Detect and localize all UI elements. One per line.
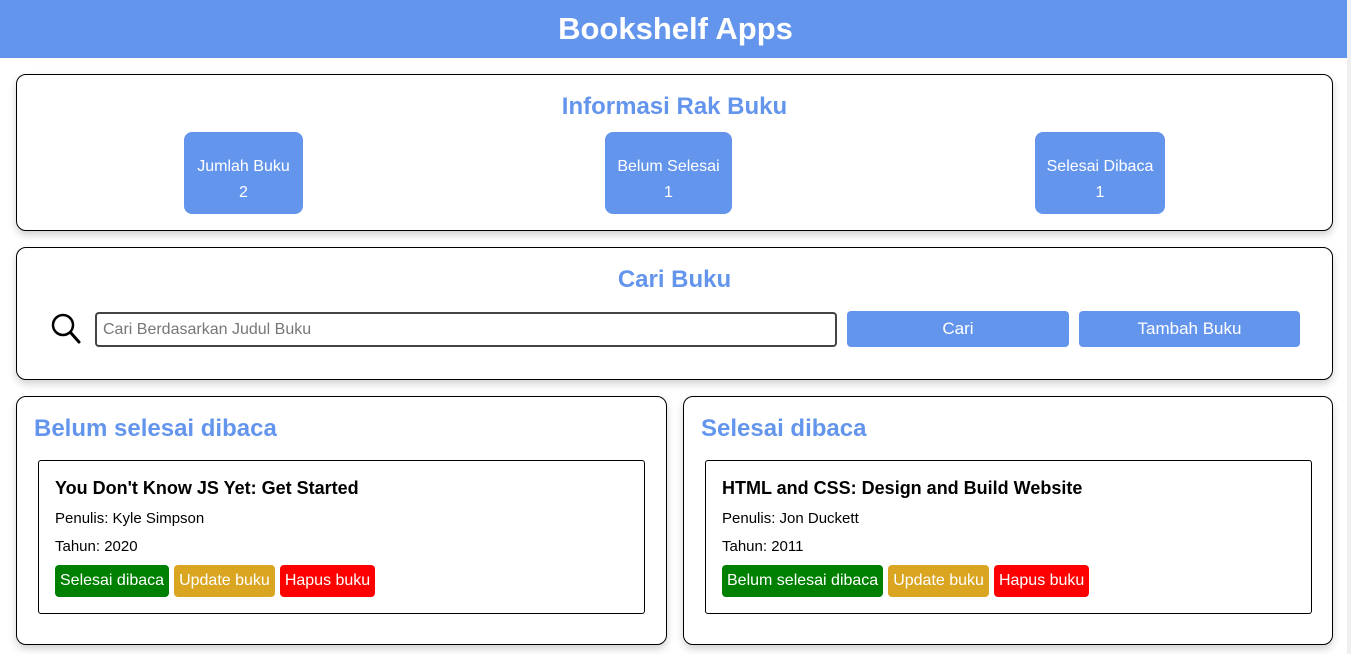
stat-value: 1 xyxy=(1095,184,1105,201)
stat-finished: Selesai Dibaca 1 xyxy=(1035,132,1165,214)
update-book-button[interactable]: Update buku xyxy=(174,565,275,597)
search-panel: Cari Buku Cari Tambah Buku xyxy=(16,247,1333,380)
update-book-button[interactable]: Update buku xyxy=(888,565,989,597)
stat-value: 1 xyxy=(664,184,673,201)
book-year: Tahun: 2020 xyxy=(55,538,138,555)
info-heading: Informasi Rak Buku xyxy=(561,93,788,120)
book-actions: Belum selesai dibaca Update buku Hapus b… xyxy=(722,565,1090,597)
add-book-button[interactable]: Tambah Buku xyxy=(1079,311,1300,347)
book-author: Penulis: Jon Duckett xyxy=(722,510,859,527)
stat-total-books: Jumlah Buku 2 xyxy=(184,132,303,214)
stat-value: 2 xyxy=(239,184,248,201)
app-title: Bookshelf Apps xyxy=(558,11,793,46)
mark-finished-button[interactable]: Selesai dibaca xyxy=(55,565,170,597)
mark-unfinished-button[interactable]: Belum selesai dibaca xyxy=(722,565,884,597)
stat-label: Belum Selesai xyxy=(617,158,720,175)
shelf-heading: Selesai dibaca xyxy=(701,415,867,442)
shelf-heading: Belum selesai dibaca xyxy=(34,415,277,442)
search-button[interactable]: Cari xyxy=(847,311,1069,347)
book-actions: Selesai dibaca Update buku Hapus buku xyxy=(55,565,376,597)
stat-label: Jumlah Buku xyxy=(197,158,290,175)
search-icon xyxy=(51,313,81,344)
delete-book-button[interactable]: Hapus buku xyxy=(993,565,1090,597)
delete-book-button[interactable]: Hapus buku xyxy=(279,565,376,597)
search-heading: Cari Buku xyxy=(617,266,732,293)
stat-label: Selesai Dibaca xyxy=(1046,158,1154,175)
stat-unfinished: Belum Selesai 1 xyxy=(605,132,732,214)
unfinished-shelf: Belum selesai dibaca You Don't Know JS Y… xyxy=(16,396,667,645)
book-author: Penulis: Kyle Simpson xyxy=(55,510,205,527)
app-header: Bookshelf Apps xyxy=(0,0,1351,58)
finished-shelf: Selesai dibaca HTML and CSS: Design and … xyxy=(683,396,1333,645)
book-item: HTML and CSS: Design and Build Website P… xyxy=(705,460,1312,614)
search-input[interactable] xyxy=(95,312,837,347)
page-scrollbar[interactable] xyxy=(1347,0,1351,654)
book-title: You Don't Know JS Yet: Get Started xyxy=(55,478,359,498)
book-title: HTML and CSS: Design and Build Website xyxy=(722,478,1083,498)
book-item: You Don't Know JS Yet: Get Started Penul… xyxy=(38,460,645,614)
shelf-info-panel: Informasi Rak Buku Jumlah Buku 2 Belum S… xyxy=(16,74,1333,231)
book-year: Tahun: 2011 xyxy=(722,538,804,555)
